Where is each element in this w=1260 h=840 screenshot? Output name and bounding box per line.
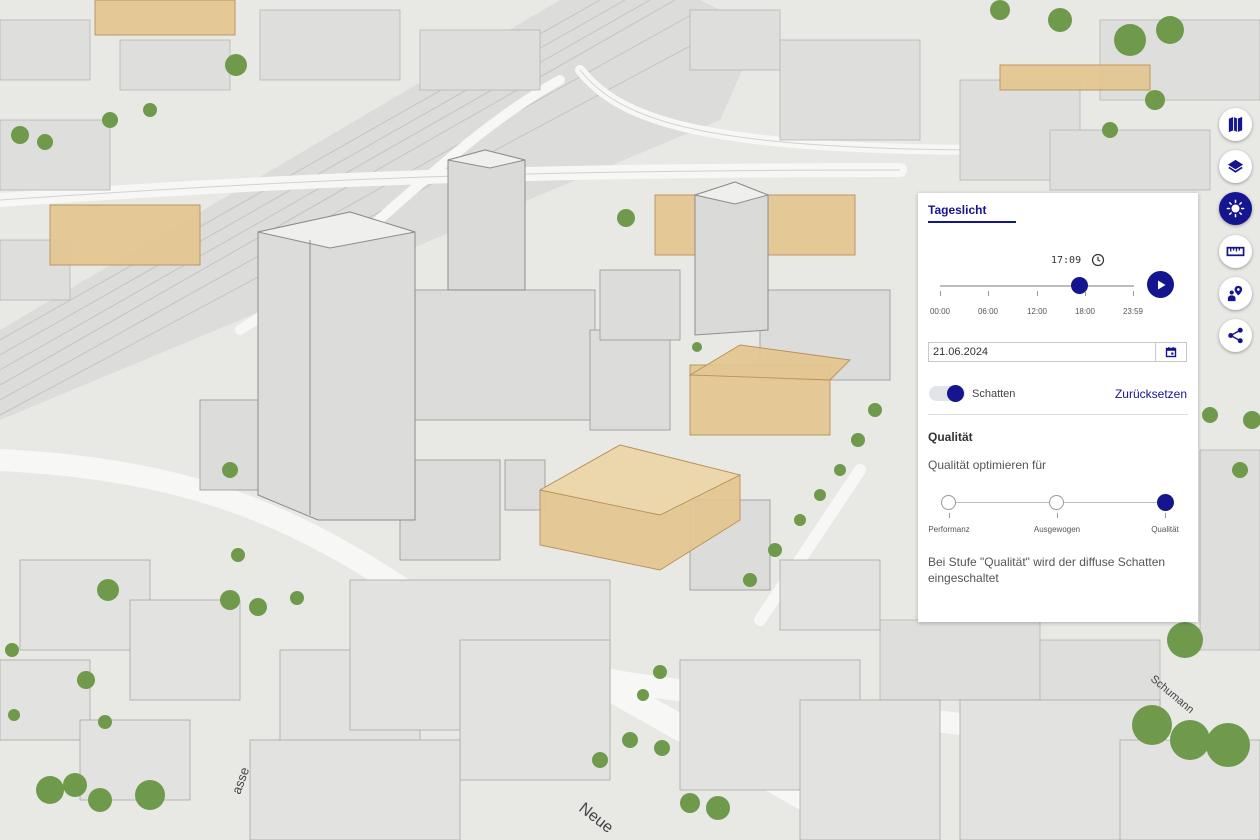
- quality-option-qualitaet[interactable]: [1157, 494, 1174, 511]
- daylight-panel: Tageslicht 17:09 00:00 06:00 12:00 18:00…: [918, 193, 1198, 622]
- sun-icon: [1226, 199, 1245, 218]
- quality-title: Qualität: [928, 430, 973, 444]
- daylight-button[interactable]: [1219, 192, 1252, 225]
- quality-subtitle: Qualität optimieren für: [928, 458, 1047, 472]
- tab-tageslicht[interactable]: Tageslicht: [928, 203, 986, 217]
- calendar-icon: [1165, 347, 1177, 358]
- time-tick-label: 23:59: [1122, 307, 1144, 316]
- map-button[interactable]: [1219, 108, 1252, 141]
- measure-button[interactable]: [1219, 235, 1252, 268]
- play-icon: [1157, 280, 1165, 289]
- divider: [928, 414, 1188, 415]
- time-tick: [1037, 291, 1038, 296]
- map-icon: [1228, 116, 1243, 133]
- time-tick: [1133, 291, 1134, 296]
- quality-tick: [949, 513, 950, 518]
- share-button[interactable]: [1219, 319, 1252, 352]
- time-slider-track[interactable]: [940, 285, 1134, 287]
- date-input[interactable]: [928, 342, 1156, 362]
- reset-link[interactable]: Zurücksetzen: [1115, 387, 1187, 401]
- time-tick-label: 00:00: [929, 307, 951, 316]
- clock-icon: [1091, 253, 1105, 267]
- time-tick: [988, 291, 989, 296]
- quality-label: Performanz: [928, 525, 970, 534]
- quality-option-ausgewogen[interactable]: [1049, 495, 1064, 510]
- ruler-icon: [1226, 246, 1245, 257]
- quality-tick: [1057, 513, 1058, 518]
- time-display: 17:09: [1051, 255, 1082, 266]
- layers-button[interactable]: [1219, 150, 1252, 183]
- viewpoint-button[interactable]: [1219, 277, 1252, 310]
- location-person-icon: [1227, 285, 1243, 302]
- time-tick-label: 18:00: [1074, 307, 1096, 316]
- calendar-button[interactable]: [1156, 342, 1187, 362]
- time-tick: [1085, 291, 1086, 296]
- shadow-toggle[interactable]: [929, 385, 965, 402]
- time-tick-label: 06:00: [977, 307, 999, 316]
- quality-option-performanz[interactable]: [941, 495, 956, 510]
- layers-icon: [1227, 159, 1244, 173]
- quality-label: Ausgewogen: [1033, 525, 1081, 534]
- quality-info-text: Bei Stufe "Qualität" wird der diffuse Sc…: [928, 555, 1166, 585]
- shadow-toggle-knob: [947, 385, 964, 402]
- time-tick: [940, 291, 941, 296]
- shadow-label: Schatten: [972, 388, 1016, 400]
- time-tick-label: 12:00: [1026, 307, 1048, 316]
- tab-underline: [928, 221, 1016, 223]
- quality-tick: [1165, 513, 1166, 518]
- play-button[interactable]: [1147, 271, 1174, 298]
- quality-label: Qualität: [1151, 525, 1179, 534]
- share-icon: [1228, 327, 1243, 344]
